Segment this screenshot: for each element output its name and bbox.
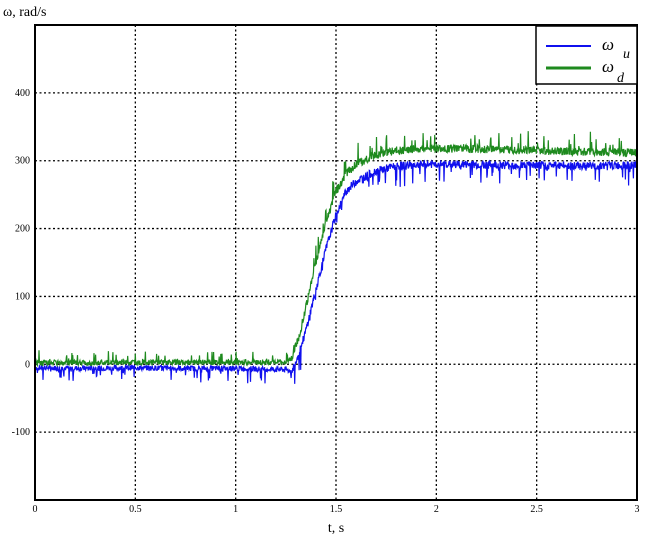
x-tick-label: 2.5 bbox=[530, 504, 543, 515]
y-tick-label: 100 bbox=[15, 291, 30, 302]
x-tick-label: 0 bbox=[33, 504, 38, 515]
x-tick-label: 1.5 bbox=[330, 504, 343, 515]
legend-label-u: ω bbox=[602, 35, 614, 54]
x-tick-label: 1 bbox=[233, 504, 238, 515]
x-axis-label: t, s bbox=[328, 521, 344, 536]
y-tick-label: 400 bbox=[15, 88, 30, 99]
legend-sub-d: d bbox=[617, 71, 625, 86]
line-chart: 0 0.5 1 1.5 2 2.5 3-1000100200300400 ω, rad/s … bbox=[3, 5, 640, 536]
plot-frame bbox=[34, 24, 638, 501]
y-tick-label: -100 bbox=[12, 427, 30, 438]
legend-sub-u: u bbox=[623, 47, 630, 62]
y-axis-label: ω, rad/s bbox=[3, 5, 46, 20]
legend: ω u ω d bbox=[535, 25, 638, 86]
y-tick-label: 200 bbox=[15, 224, 30, 235]
y-tick-label: 300 bbox=[15, 156, 30, 167]
x-tick-label: 2 bbox=[434, 504, 439, 515]
x-tick-label: 0.5 bbox=[129, 504, 142, 515]
y-tick-label: 0 bbox=[25, 359, 30, 370]
grid bbox=[35, 25, 637, 500]
x-tick-label: 3 bbox=[635, 504, 640, 515]
legend-label-d: ω bbox=[602, 57, 614, 76]
